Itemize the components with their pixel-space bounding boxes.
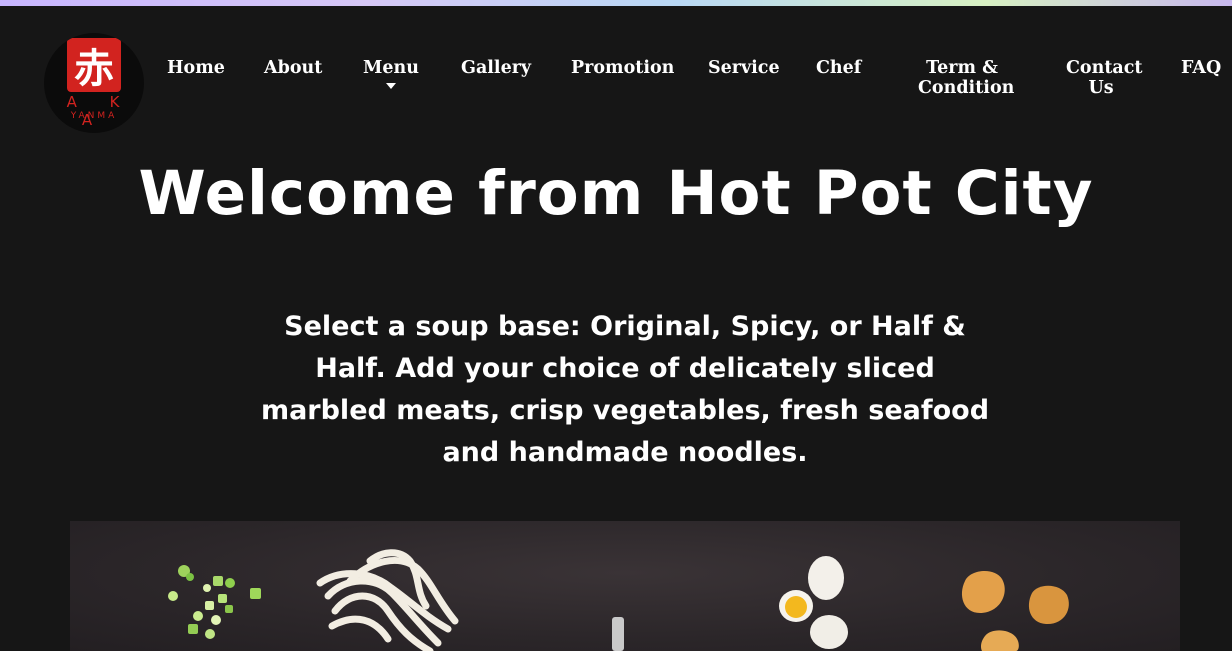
fried-tofu xyxy=(961,570,1069,651)
ladle-handle xyxy=(612,617,624,651)
logo-glyph: 赤 xyxy=(74,46,114,92)
nav-about[interactable]: About xyxy=(264,58,322,78)
boiled-eggs xyxy=(779,556,848,649)
nav-contact-line1: Contact xyxy=(1066,58,1143,78)
browser-top-strip xyxy=(0,0,1232,6)
nav-chef-label: Chef xyxy=(816,58,862,78)
nav-contact[interactable]: Contact Us xyxy=(1066,58,1143,98)
nav-faq-label: FAQ xyxy=(1181,58,1222,78)
nav-contact-line2: Us xyxy=(1088,78,1114,98)
nav-gallery-label: Gallery xyxy=(461,58,532,78)
nav-about-label: About xyxy=(264,58,323,78)
hero-description: Select a soup base: Original, Spicy, or … xyxy=(260,311,990,468)
nav-menu-label: Menu xyxy=(363,58,419,78)
udon-noodles xyxy=(316,549,459,651)
ingredients-illustration xyxy=(168,549,1069,651)
nav-menu-dropdown[interactable]: Menu xyxy=(363,58,419,89)
nav-gallery[interactable]: Gallery xyxy=(461,58,531,78)
nav-terms-line2: Condition xyxy=(918,78,1015,98)
page-title: Welcome from Hot Pot City xyxy=(138,158,1094,229)
nav-terms[interactable]: Term & Condition xyxy=(918,58,1014,98)
nav-home[interactable]: Home xyxy=(167,58,225,78)
brand-logo[interactable]: 赤 A K A YANMA xyxy=(44,33,144,133)
hero-ingredients-image xyxy=(70,521,1180,651)
nav-home-label: Home xyxy=(167,58,225,78)
nav-promotion-label: Promotion xyxy=(571,58,675,78)
scallion-pieces xyxy=(168,565,261,639)
caret-down-icon xyxy=(385,83,396,89)
nav-terms-line1: Term & xyxy=(926,58,998,78)
nav-service[interactable]: Service xyxy=(708,58,780,78)
logo-subtitle: YANMA xyxy=(70,111,118,121)
nav-service-label: Service xyxy=(708,58,780,78)
nav-faq[interactable]: FAQ xyxy=(1181,58,1221,78)
nav-promotion[interactable]: Promotion xyxy=(571,58,674,78)
logo-emblem: 赤 xyxy=(67,38,121,92)
nav-chef[interactable]: Chef xyxy=(816,58,861,78)
